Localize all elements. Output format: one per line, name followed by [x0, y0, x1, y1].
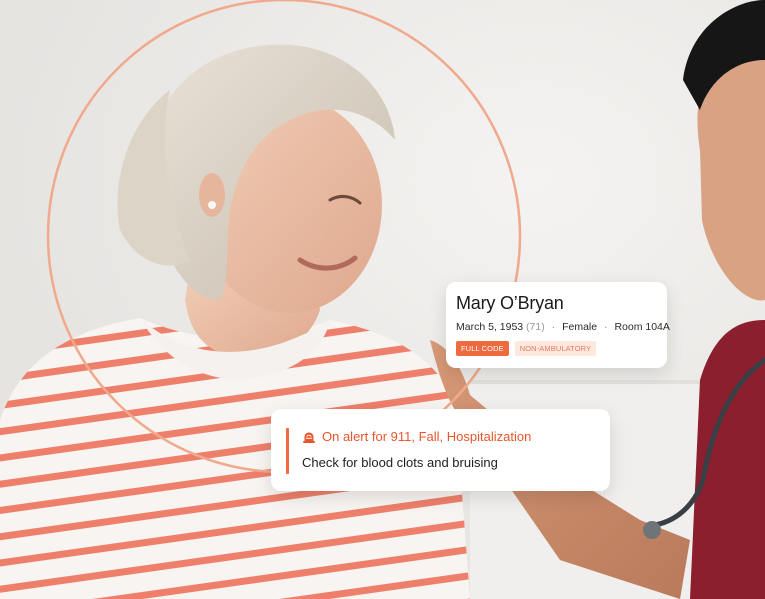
meta-separator: ·	[604, 321, 608, 333]
hero-scene: Mary O’Bryan March 5, 1953 (71) · Female…	[0, 0, 765, 599]
alert-title-row: On alert for 911, Fall, Hospitalization	[302, 429, 531, 445]
patient-room: Room 104A	[614, 321, 670, 333]
full-code-badge: FULL CODE	[456, 341, 509, 356]
patient-meta: March 5, 1953 (71) · Female · Room 104A	[456, 321, 670, 334]
patient-age: (71)	[526, 321, 545, 333]
patient-name: Mary O’Bryan	[456, 293, 564, 313]
non-ambulatory-badge: NON-AMBULATORY	[514, 341, 597, 356]
status-badges: FULL CODE NON-AMBULATORY	[456, 341, 655, 356]
meta-separator: ·	[551, 321, 556, 333]
alarm-light-icon	[303, 432, 315, 443]
alert-card[interactable]: On alert for 911, Fall, Hospitalization …	[271, 409, 610, 491]
patient-birthdate: March 5, 1953	[456, 321, 524, 333]
patient-card[interactable]: Mary O’Bryan March 5, 1953 (71) · Female…	[446, 282, 670, 368]
alert-title: On alert for 911, Fall, Hospitalization	[322, 429, 532, 444]
patient-sex: Female	[562, 321, 598, 333]
alert-note: Check for blood clots and bruising	[302, 455, 498, 470]
alert-accent-bar	[286, 428, 289, 474]
